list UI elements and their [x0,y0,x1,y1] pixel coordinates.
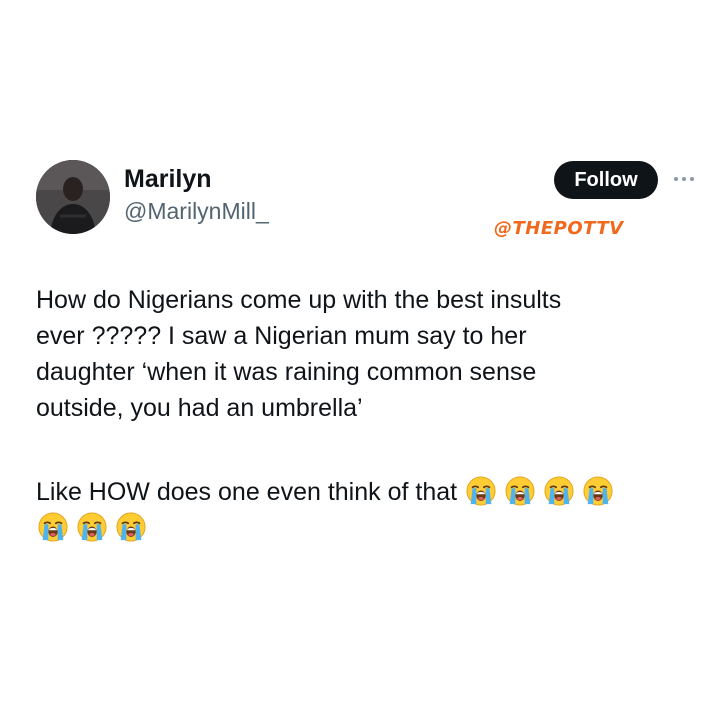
emoji-group [457,476,613,506]
tweet-line: ever ????? I saw a Nigerian mum say to h… [36,322,527,350]
follow-button[interactable]: Follow [554,161,658,199]
loudly-crying-face-icon [38,512,68,542]
tweet-text: How do Nigerians come up with the best i… [36,282,686,546]
author-handle[interactable]: @MarilynMill_ [124,197,269,225]
loudly-crying-face-icon [77,512,107,542]
loudly-crying-face-icon [505,476,535,506]
tweet-line: How do Nigerians come up with the best i… [36,286,562,314]
emoji-group [36,510,686,546]
tweet-second-paragraph: Like HOW does one even think of that [36,478,458,506]
avatar-photo [36,160,110,234]
loudly-crying-face-icon [466,476,496,506]
author-display-name[interactable]: Marilyn [124,164,212,194]
tweet-line: daughter ‘when it was raining common sen… [36,358,537,386]
loudly-crying-face-icon [116,512,146,542]
more-options-icon[interactable] [672,172,696,186]
tweet-line: outside, you had an umbrella’ [36,394,363,422]
avatar[interactable] [36,160,110,234]
loudly-crying-face-icon [544,476,574,506]
loudly-crying-face-icon [583,476,613,506]
watermark: @THEPOTTV [494,218,624,239]
tweet-line: Like HOW does one even think of that [36,474,686,510]
